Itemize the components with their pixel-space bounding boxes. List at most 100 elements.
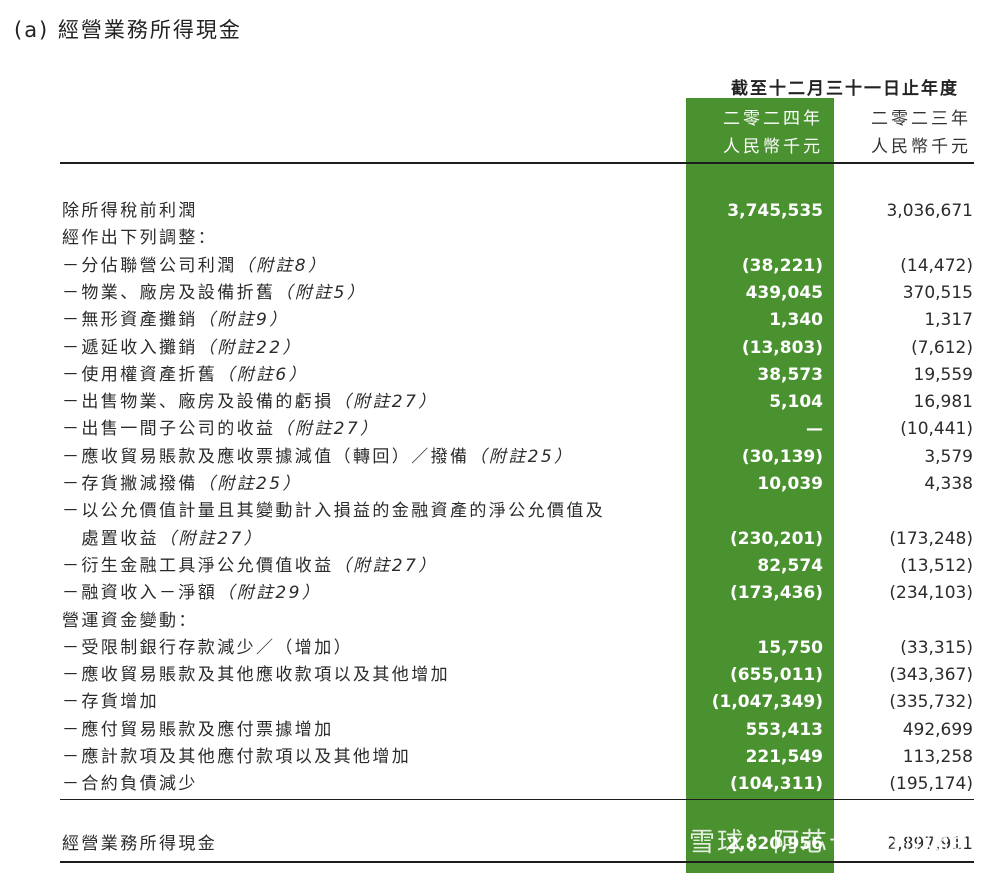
prior-year-value: 113,258: [902, 747, 973, 767]
row-label-text: －使用權資產折舊: [62, 364, 218, 385]
row-label: －分佔聯營公司利潤（附註8）: [62, 253, 327, 280]
current-year-value: —: [806, 419, 823, 440]
row-label: －出售物業、廠房及設備的虧損（附註27）: [62, 389, 438, 416]
current-year-value: 221,549: [745, 747, 823, 767]
row-label: －合約負債減少: [62, 771, 198, 798]
current-year-value: (38,221): [741, 255, 823, 276]
row-label-text: －合約負債減少: [62, 774, 198, 795]
current-year-value: 10,039: [757, 474, 823, 494]
row-label-text: －受限制銀行存款減少／（增加）: [62, 637, 353, 658]
table-row: －應付貿易賬款及應付票據增加 553,413 492,699: [0, 717, 999, 744]
row-label: －應付貿易賬款及應付票據增加: [62, 717, 334, 744]
table-row: －物業、廠房及設備折舊（附註5） 439,045 370,515: [0, 280, 999, 307]
prior-year-value: (195,174): [889, 774, 973, 795]
row-label-text: －應付貿易賬款及應付票據增加: [62, 719, 334, 740]
row-label: －衍生金融工具淨公允價值收益（附註27）: [62, 553, 438, 580]
row-label: －存貨撇減撥備（附註25）: [62, 471, 302, 498]
row-label-text: －應計款項及其他應付款項以及其他增加: [62, 747, 412, 767]
prior-year-value: 4,338: [924, 474, 973, 494]
row-note-reference: （附註29）: [217, 583, 322, 604]
table-row: －受限制銀行存款減少／（增加） 15,750 (33,315): [0, 635, 999, 662]
row-label: －物業、廠房及設備折舊（附註5）: [62, 280, 366, 307]
row-label-text: －出售一間子公司的收益: [62, 419, 276, 440]
row-note-reference: （附註6）: [217, 364, 309, 385]
row-label: －應收貿易賬款及其他應收款項以及其他增加: [62, 662, 450, 689]
table-row: －使用權資產折舊（附註6） 38,573 19,559: [0, 362, 999, 389]
current-year-value: (104,311): [730, 774, 823, 795]
prior-year-value: (13,512): [900, 555, 973, 576]
prior-year-value: 492,699: [902, 719, 973, 740]
row-label-text: －出售物業、廠房及設備的虧損: [62, 392, 334, 413]
prior-year-value: (234,103): [889, 583, 973, 604]
current-year-value: 15,750: [757, 637, 823, 658]
table-row: －合約負債減少 (104,311) (195,174): [0, 771, 999, 798]
row-label-text: 營運資金變動：: [62, 610, 198, 631]
table-row: －應計款項及其他應付款項以及其他增加 221,549 113,258: [0, 744, 999, 771]
prior-unit-label: 人民幣千元: [871, 137, 971, 157]
row-label-text: －無形資產攤銷: [62, 310, 198, 331]
table-row: 營運資金變動：: [0, 608, 999, 635]
row-label: －無形資產攤銷（附註9）: [62, 307, 289, 334]
row-label-text: －以公允價值計量且其變動計入損益的金融資產的淨公允價值及: [62, 501, 606, 522]
total-rule: [60, 861, 974, 863]
prior-year-value: (33,315): [900, 637, 973, 658]
current-year-value: (655,011): [730, 665, 823, 686]
table-row: 經作出下列調整：: [0, 225, 999, 252]
row-label: －應收貿易賬款及應收票據減值（轉回）／撥備（附註25）: [62, 444, 573, 471]
header-rule: [60, 162, 974, 164]
row-note-reference: （附註27）: [333, 555, 438, 576]
current-year-value: 3,745,535: [727, 201, 823, 221]
period-header: 截至十二月三十一日止年度: [731, 79, 959, 99]
current-year-value: 553,413: [745, 719, 823, 740]
current-unit-label: 人民幣千元: [723, 137, 823, 157]
row-label-text: －融資收入－淨額: [62, 583, 218, 604]
table-row: 除所得稅前利潤 3,745,535 3,036,671: [0, 198, 999, 225]
row-label: 處置收益（附註27）: [62, 526, 263, 553]
table-row: －存貨撇減撥備（附註25） 10,039 4,338: [0, 471, 999, 498]
table-row: －分佔聯營公司利潤（附註8） (38,221) (14,472): [0, 253, 999, 280]
row-label: －應計款項及其他應付款項以及其他增加: [62, 744, 411, 771]
prior-year-value: 19,559: [913, 364, 973, 385]
table-row: －存貨增加 (1,047,349) (335,732): [0, 689, 999, 716]
row-label-text: －應收貿易賬款及其他應收款項以及其他增加: [62, 665, 450, 686]
prior-year-value: (335,732): [889, 692, 973, 713]
row-label: －以公允價值計量且其變動計入損益的金融資產的淨公允價值及: [62, 498, 605, 525]
total-label: 經營業務所得現金: [62, 834, 218, 854]
row-note-reference: （附註25）: [469, 446, 574, 467]
table-row: －出售物業、廠房及設備的虧損（附註27） 5,104 16,981: [0, 389, 999, 416]
row-label: －遞延收入攤銷（附註22）: [62, 335, 302, 362]
row-label: －使用權資產折舊（附註6）: [62, 362, 308, 389]
table-row: －遞延收入攤銷（附註22） (13,803) (7,612): [0, 335, 999, 362]
row-note-reference: （附註27）: [275, 419, 380, 440]
prior-year-value: (7,612): [911, 337, 973, 358]
row-label: －出售一間子公司的收益（附註27）: [62, 416, 379, 443]
row-label-text: －遞延收入攤銷: [62, 337, 198, 358]
current-year-value: (173,436): [730, 583, 823, 604]
row-note-reference: （附註27）: [159, 528, 264, 549]
prior-year-value: 370,515: [902, 282, 973, 303]
prior-year-value: (173,248): [889, 528, 973, 549]
row-note-reference: （附註9）: [197, 310, 289, 331]
row-label: 營運資金變動：: [62, 608, 198, 635]
row-label: －受限制銀行存款減少／（增加）: [62, 635, 353, 662]
row-note-reference: （附註8）: [236, 255, 328, 276]
row-label-text: 經作出下列調整：: [62, 228, 218, 249]
table-row: －以公允價值計量且其變動計入損益的金融資產的淨公允價值及: [0, 498, 999, 525]
prior-year-value: 16,981: [913, 392, 973, 413]
row-label: －融資收入－淨額（附註29）: [62, 580, 321, 607]
prior-year-value: (10,441): [900, 419, 973, 440]
table-row: －應收貿易賬款及應收票據減值（轉回）／撥備（附註25） (30,139) 3,579: [0, 444, 999, 471]
row-label-text: －存貨增加: [62, 692, 159, 713]
current-year-value: 38,573: [757, 364, 823, 385]
current-year-value: (230,201): [730, 528, 823, 549]
row-label: －存貨增加: [62, 689, 159, 716]
table-row: －衍生金融工具淨公允價值收益（附註27） 82,574 (13,512): [0, 553, 999, 580]
row-note-reference: （附註5）: [275, 282, 367, 303]
table-row: －無形資產攤銷（附註9） 1,340 1,317: [0, 307, 999, 334]
row-label-text: －存貨撇減撥備: [62, 474, 198, 494]
current-year-value: (1,047,349): [711, 692, 823, 713]
current-year-value: 82,574: [757, 555, 823, 576]
prior-year-value: 3,036,671: [886, 201, 973, 221]
current-year-value: 5,104: [769, 392, 823, 413]
prior-year-value: 3,579: [924, 446, 973, 467]
